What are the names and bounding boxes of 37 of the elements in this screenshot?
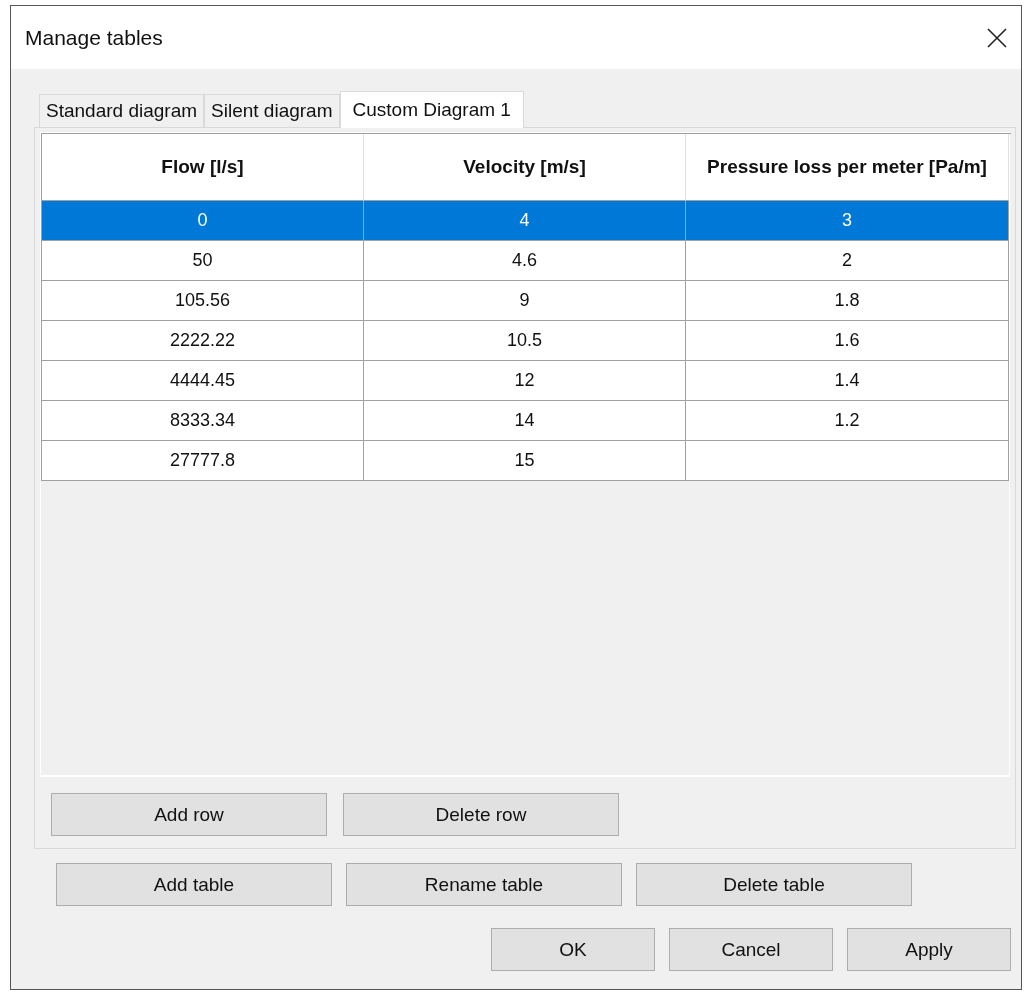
window-title: Manage tables [25,25,163,50]
table-cell[interactable]: 27777.8 [42,441,364,481]
dialog-button[interactable]: Cancel [669,928,833,971]
row-button[interactable]: Add row [51,793,327,836]
column-header[interactable]: Pressure loss per meter [Pa/m] [686,134,1009,201]
table-cell[interactable]: 4444.45 [42,361,364,401]
table-cell[interactable]: 3 [686,201,1009,241]
table-cell[interactable]: 8333.34 [42,401,364,441]
tab[interactable]: Silent diagram [204,94,340,127]
tab[interactable]: Custom Diagram 1 [339,91,524,128]
table-button[interactable]: Delete table [636,863,912,906]
row-button[interactable]: Delete row [343,793,619,836]
table-cell[interactable]: 9 [364,281,686,321]
table-cell[interactable]: 105.56 [42,281,364,321]
table-cell[interactable] [686,441,1009,481]
close-icon[interactable] [986,26,1008,49]
table-button[interactable]: Add table [56,863,332,906]
column-header[interactable]: Flow [l/s] [42,134,364,201]
table-cell[interactable]: 4.6 [364,241,686,281]
table-cell[interactable]: 10.5 [364,321,686,361]
tab[interactable]: Standard diagram [39,94,205,127]
table-cell[interactable]: 2222.22 [42,321,364,361]
table-cell[interactable]: 50 [42,241,364,281]
table-cell[interactable]: 4 [364,201,686,241]
table-cell[interactable]: 2 [686,241,1009,281]
table-cell[interactable]: 0 [42,201,364,241]
table-cell[interactable]: 1.8 [686,281,1009,321]
table-cell[interactable]: 12 [364,361,686,401]
table-cell[interactable]: 1.6 [686,321,1009,361]
table-cell[interactable]: 1.2 [686,401,1009,441]
table-cell[interactable]: 15 [364,441,686,481]
dialog-button[interactable]: OK [491,928,655,971]
column-header[interactable]: Velocity [m/s] [364,134,686,201]
table-cell[interactable]: 14 [364,401,686,441]
dialog-button[interactable]: Apply [847,928,1011,971]
table-button[interactable]: Rename table [346,863,622,906]
table-cell[interactable]: 1.4 [686,361,1009,401]
